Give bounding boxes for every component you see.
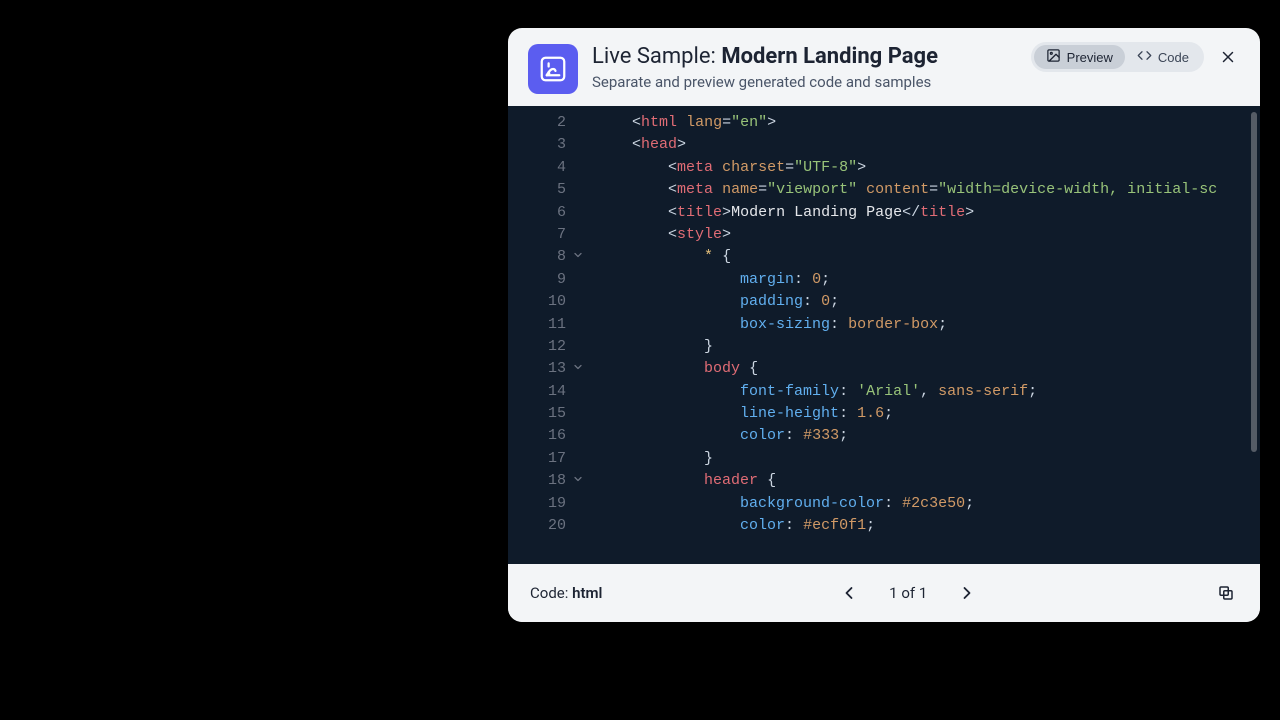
tab-code-label: Code xyxy=(1158,50,1189,65)
code-line: padding: 0; xyxy=(596,291,1260,313)
fold-chevron-icon[interactable] xyxy=(570,360,584,374)
live-sample-panel: Live Sample: Modern Landing Page Separat… xyxy=(508,28,1260,622)
titles: Live Sample: Modern Landing Page Separat… xyxy=(592,44,1017,91)
image-icon xyxy=(1046,48,1061,66)
title-name: Modern Landing Page xyxy=(721,44,938,69)
code-icon xyxy=(1137,48,1152,66)
line-number: 13 xyxy=(508,358,580,380)
title-prefix: Live Sample: xyxy=(592,44,721,69)
close-button[interactable] xyxy=(1216,45,1240,69)
code-line: <title>Modern Landing Page</title> xyxy=(596,202,1260,224)
scrollbar-thumb[interactable] xyxy=(1251,112,1257,452)
tab-code[interactable]: Code xyxy=(1125,45,1201,69)
code-line: <html lang="en"> xyxy=(596,112,1260,134)
code-line: <head> xyxy=(596,134,1260,156)
code-line: body { xyxy=(596,358,1260,380)
close-icon xyxy=(1219,48,1237,66)
pager-text: 1 of 1 xyxy=(889,584,927,602)
language-name: html xyxy=(572,584,602,602)
panel-footer: Code: html 1 of 1 xyxy=(508,564,1260,622)
code-line: line-height: 1.6; xyxy=(596,403,1260,425)
line-number: 2 xyxy=(508,112,580,134)
code-line: box-sizing: border-box; xyxy=(596,314,1260,336)
panel-header: Live Sample: Modern Landing Page Separat… xyxy=(508,28,1260,106)
tab-preview[interactable]: Preview xyxy=(1034,45,1125,69)
panel-title: Live Sample: Modern Landing Page xyxy=(592,44,1017,69)
line-number: 6 xyxy=(508,202,580,224)
copy-icon xyxy=(1217,584,1235,602)
panel-subtitle: Separate and preview generated code and … xyxy=(592,73,1017,91)
line-number: 7 xyxy=(508,224,580,246)
chevron-left-icon xyxy=(839,583,859,603)
code-line: margin: 0; xyxy=(596,269,1260,291)
tab-preview-label: Preview xyxy=(1067,50,1113,65)
line-number: 3 xyxy=(508,134,580,156)
code-lines: <html lang="en"> <head> <meta charset="U… xyxy=(580,106,1260,564)
code-editor[interactable]: 234567891011121314151617181920 <html lan… xyxy=(508,106,1260,564)
chevron-right-icon xyxy=(957,583,977,603)
code-line: background-color: #2c3e50; xyxy=(596,493,1260,515)
line-number: 4 xyxy=(508,157,580,179)
line-number: 12 xyxy=(508,336,580,358)
line-number: 15 xyxy=(508,403,580,425)
next-button[interactable] xyxy=(955,581,979,605)
line-number: 16 xyxy=(508,425,580,447)
fold-chevron-icon[interactable] xyxy=(570,472,584,486)
pager: 1 of 1 xyxy=(612,581,1204,605)
header-controls: Preview Code xyxy=(1031,42,1240,72)
code-line: <style> xyxy=(596,224,1260,246)
code-line: font-family: 'Arial', sans-serif; xyxy=(596,381,1260,403)
code-line: <meta charset="UTF-8"> xyxy=(596,157,1260,179)
fold-chevron-icon[interactable] xyxy=(570,248,584,262)
line-number: 9 xyxy=(508,269,580,291)
code-line: * { xyxy=(596,246,1260,268)
line-number: 5 xyxy=(508,179,580,201)
code-line: color: #ecf0f1; xyxy=(596,515,1260,537)
line-number: 20 xyxy=(508,515,580,537)
code-line: header { xyxy=(596,470,1260,492)
code-line: <meta name="viewport" content="width=dev… xyxy=(596,179,1260,201)
prev-button[interactable] xyxy=(837,581,861,605)
line-number: 17 xyxy=(508,448,580,470)
line-number: 11 xyxy=(508,314,580,336)
view-toggle: Preview Code xyxy=(1031,42,1204,72)
copy-button[interactable] xyxy=(1214,581,1238,605)
code-line: } xyxy=(596,336,1260,358)
code-label: Code: xyxy=(530,584,572,602)
line-number: 10 xyxy=(508,291,580,313)
line-number: 14 xyxy=(508,381,580,403)
line-number: 18 xyxy=(508,470,580,492)
code-line: color: #333; xyxy=(596,425,1260,447)
line-number: 19 xyxy=(508,493,580,515)
code-line: } xyxy=(596,448,1260,470)
line-gutter: 234567891011121314151617181920 xyxy=(508,106,580,564)
code-language: Code: html xyxy=(530,584,602,602)
line-number: 8 xyxy=(508,246,580,268)
app-icon xyxy=(528,44,578,94)
